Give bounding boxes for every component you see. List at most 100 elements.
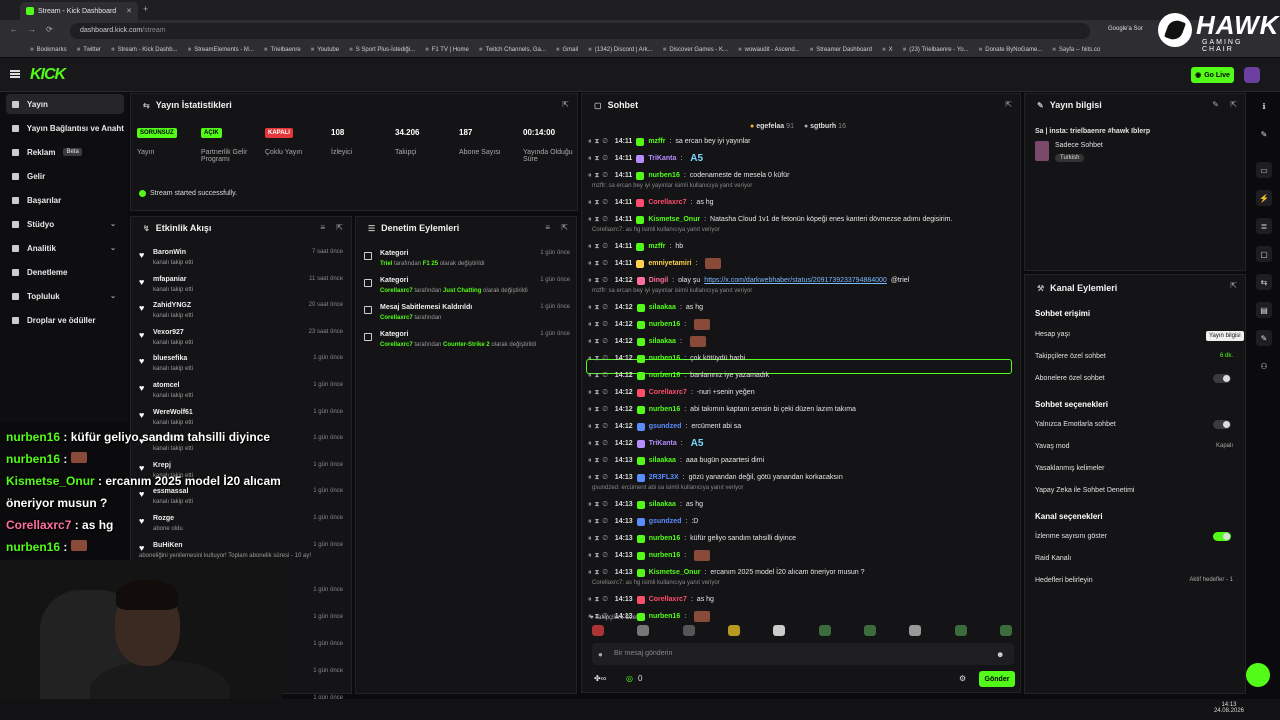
mod-user[interactable]: Triel <box>380 261 392 267</box>
close-icon[interactable]: ✕ <box>126 7 132 15</box>
chat-username[interactable]: nurben16 <box>649 321 681 328</box>
followers-chat-setting[interactable]: Takipçilere özel sohbet <box>1035 353 1106 360</box>
bookmark-item[interactable]: Bookmarks <box>30 47 67 53</box>
lightning-icon[interactable]: ⚡ <box>1256 190 1272 206</box>
top-chatter[interactable]: ● sgtburh 16 <box>804 123 846 130</box>
mod-tools-icon[interactable]: ⏸⧗⊘ <box>588 423 611 431</box>
mod-tools-icon[interactable]: ⏸⧗⊘ <box>588 277 611 285</box>
forward-icon[interactable]: → <box>28 25 36 34</box>
bookmark-item[interactable]: wowaudit - Ascend... <box>738 47 800 53</box>
chat-username[interactable]: silaakaa <box>649 501 676 508</box>
wrench-icon[interactable]: ✎ <box>1256 330 1272 346</box>
bookmark-item[interactable]: F1 TV | Home <box>425 47 469 53</box>
bookmark-item[interactable]: (1342) Discord | Ark... <box>588 47 653 53</box>
mod-tools-icon[interactable]: ⏸⧗⊘ <box>588 569 611 577</box>
emote-button[interactable] <box>999 625 1012 636</box>
chat-username[interactable]: TriKanta <box>649 440 677 447</box>
sidebar-item-ads[interactable]: Reklam Beta <box>6 142 124 162</box>
bookmark-item[interactable]: X <box>882 47 893 53</box>
activity-user[interactable]: Krepj <box>153 462 171 469</box>
bookmark-item[interactable]: Twitter <box>77 47 101 53</box>
mod-tools-icon[interactable]: ⏸⧗⊘ <box>588 535 611 543</box>
sidebar-item-stream-key[interactable]: Yayın Bağlantısı ve Anahtarı <box>6 118 124 138</box>
banned-words-setting[interactable]: Yasaklanmış kelimeler <box>1035 465 1105 472</box>
emote-button[interactable] <box>954 625 967 636</box>
mod-tools-icon[interactable]: ⏸⧗⊘ <box>588 304 611 312</box>
mod-tools-icon[interactable]: ⏸⧗⊘ <box>588 321 611 329</box>
bookmark-item[interactable]: Twitch Channels, Ga... <box>479 47 545 53</box>
info-icon[interactable]: ℹ <box>1256 98 1272 114</box>
bookmark-item[interactable]: Stream - Kick Dashb... <box>111 47 178 53</box>
gear-icon[interactable]: ⚙ <box>959 674 966 683</box>
emote-button[interactable] <box>682 625 695 636</box>
activity-user[interactable]: WereWolf61 <box>153 409 193 416</box>
goals-value[interactable]: Aktif hedefler - 1 <box>1189 577 1233 583</box>
lock-icon[interactable]: ● <box>598 650 603 659</box>
mod-tools-icon[interactable]: ⏸⧗⊘ <box>588 260 611 268</box>
bookmark-item[interactable]: (23) Trielbaenre - Yo... <box>903 47 968 53</box>
chat-username[interactable]: gsundzed <box>649 518 682 525</box>
mod-tools-icon[interactable]: ⏸⧗⊘ <box>588 389 611 397</box>
mod-tools-icon[interactable]: ⏸⧗⊘ <box>588 372 611 380</box>
gift-icon[interactable]: ✤∞ <box>594 674 606 683</box>
go-live-button[interactable]: ◉ Go Live <box>1191 67 1234 83</box>
chat-username[interactable]: Corellaxrc7 <box>649 389 687 396</box>
message-link[interactable]: https://x.com/darkwebhaber/status/209173… <box>704 277 887 284</box>
kick-logo[interactable]: KICK <box>30 66 66 84</box>
mod-tools-icon[interactable]: ⏸⧗⊘ <box>588 406 611 414</box>
mod-tools-icon[interactable]: ⏸⧗⊘ <box>588 155 611 163</box>
filter-icon[interactable]: ≡ <box>545 223 550 232</box>
support-chat-button[interactable] <box>1246 663 1270 687</box>
chat-username[interactable]: silaakaa <box>649 457 676 464</box>
chat-username[interactable]: Corellaxrc7 <box>649 596 687 603</box>
mod-tools-icon[interactable]: ⏸⧗⊘ <box>588 338 611 346</box>
mod-tools-icon[interactable]: ⏸⧗⊘ <box>588 518 611 526</box>
goals-setting[interactable]: Hedefleri belirleyin <box>1035 577 1093 584</box>
mod-tools-icon[interactable]: ⏸⧗⊘ <box>588 440 611 448</box>
mod-tools-icon[interactable]: ⏸⧗⊘ <box>588 552 611 560</box>
sidebar-item-moderation[interactable]: Denetleme <box>6 262 124 282</box>
url-input[interactable]: dashboard.kick.com/stream <box>70 23 1090 39</box>
mod-tools-icon[interactable]: ⏸⧗⊘ <box>588 501 611 509</box>
popout-icon[interactable]: ⇱ <box>562 100 569 109</box>
activity-user[interactable]: Rozge <box>153 515 174 522</box>
mod-user[interactable]: Corellaxrc7 <box>380 315 413 321</box>
chat-username[interactable]: Kismetse_Onur <box>649 569 701 576</box>
bookmark-item[interactable]: Sayfa -- hiits.co <box>1052 47 1100 53</box>
raid-setting[interactable]: Raid Kanalı <box>1035 555 1071 562</box>
browser-tab[interactable]: Stream - Kick Dashboard ✕ <box>20 2 138 20</box>
sidebar-item-studio[interactable]: Stüdyo ⌄ <box>6 214 124 234</box>
avatar[interactable] <box>1244 67 1260 83</box>
chat-username[interactable]: nurben16 <box>649 552 681 559</box>
emote-button[interactable] <box>863 625 876 636</box>
mod-user[interactable]: Corellaxrc7 <box>380 288 413 294</box>
chat-username[interactable]: Kismetse_Onur <box>648 216 700 223</box>
sidebar-item-drops[interactable]: Droplar ve ödüller <box>6 310 124 330</box>
chat-username[interactable]: gsundzed <box>649 423 682 430</box>
popout-icon[interactable]: ⇱ <box>1230 281 1237 290</box>
mod-tools-icon[interactable]: ⏸⧗⊘ <box>588 474 611 482</box>
chat-username[interactable]: nurben16 <box>649 613 681 620</box>
activity-user[interactable]: bluesefika <box>153 355 187 362</box>
popout-icon[interactable]: ⇱ <box>1230 100 1237 109</box>
sidebar-item-analytics[interactable]: Analitik ⌄ <box>6 238 124 258</box>
bookmark-item[interactable]: Discover Games - K... <box>663 47 728 53</box>
emote-button[interactable] <box>773 625 786 636</box>
stack-icon[interactable]: ▤ <box>1256 302 1272 318</box>
activity-user[interactable]: ZahidYNGZ <box>153 302 191 309</box>
mod-tools-icon[interactable]: ⏸⧗⊘ <box>588 243 611 251</box>
chat-username[interactable]: nurben16 <box>649 406 681 413</box>
emote-only-toggle[interactable] <box>1213 420 1231 429</box>
bookmark-item[interactable]: S Sport Plus-İstediği... <box>349 47 415 53</box>
sidebar-item-community[interactable]: Topluluk ⌄ <box>6 286 124 306</box>
activity-user[interactable]: mfapaniar <box>153 276 186 283</box>
chat-input[interactable]: Bir mesaj gönderin <box>592 643 1014 665</box>
sidebar-item-achievements[interactable]: Başarılar <box>6 190 124 210</box>
slow-mode-value[interactable]: Kapalı <box>1216 443 1233 449</box>
top-chatter[interactable]: ● egefelaa 91 <box>750 123 794 130</box>
send-button[interactable]: Gönder <box>979 671 1015 687</box>
edit-icon[interactable]: ✎ <box>1212 100 1219 109</box>
activity-user[interactable]: BuHiKen <box>153 542 183 549</box>
mod-tools-icon[interactable]: ⏸⧗⊘ <box>588 355 611 363</box>
slow-mode-setting[interactable]: Yavaş mod <box>1035 443 1070 450</box>
